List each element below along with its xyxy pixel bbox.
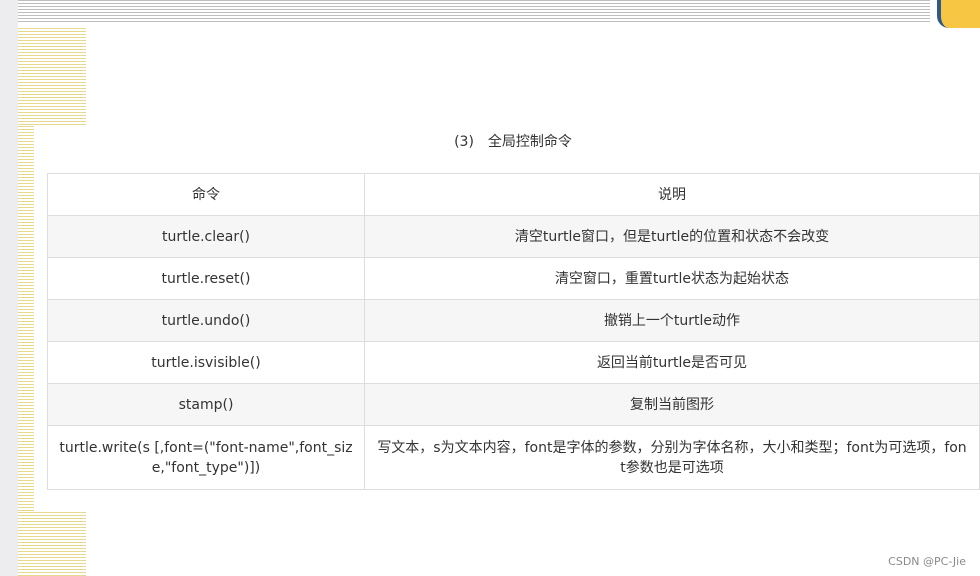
command-cell: turtle.reset(): [47, 257, 365, 300]
left-decorative-stripes-bottom: [18, 512, 86, 576]
description-cell: 写文本，s为文本内容，font是字体的参数，分别为字体名称，大小和类型；font…: [364, 425, 980, 490]
description-cell: 清空turtle窗口，但是turtle的位置和状态不会改变: [364, 215, 980, 258]
table-header-row: 命令 说明: [47, 173, 980, 216]
top-decorative-stripes: [18, 0, 930, 24]
table-row: turtle.reset() 清空窗口，重置turtle状态为起始状态: [47, 257, 980, 300]
command-table: 命令 说明 turtle.clear() 清空turtle窗口，但是turtle…: [47, 173, 980, 490]
left-sidebar-strip: [0, 0, 18, 576]
left-decorative-stripes-top: [18, 28, 86, 126]
description-cell: 返回当前turtle是否可见: [364, 341, 980, 384]
command-cell: turtle.clear(): [47, 215, 365, 258]
description-cell: 清空窗口，重置turtle状态为起始状态: [364, 257, 980, 300]
table-row: turtle.write(s [,font=("font-name",font_…: [47, 425, 980, 490]
table-row: turtle.isvisible() 返回当前turtle是否可见: [47, 341, 980, 384]
column-header-description: 说明: [364, 173, 980, 216]
command-cell: turtle.isvisible(): [47, 341, 365, 384]
left-decorative-stripes-middle: [18, 126, 34, 512]
csdn-watermark: CSDN @PC-Jie: [888, 555, 966, 568]
table-row: turtle.clear() 清空turtle窗口，但是turtle的位置和状态…: [47, 215, 980, 258]
command-cell: stamp(): [47, 383, 365, 426]
column-header-command: 命令: [47, 173, 365, 216]
table-caption: (3) 全局控制命令: [454, 134, 572, 150]
description-cell: 撤销上一个turtle动作: [364, 299, 980, 342]
corner-decoration: [937, 0, 980, 28]
table-row: turtle.undo() 撤销上一个turtle动作: [47, 299, 980, 342]
command-cell: turtle.write(s [,font=("font-name",font_…: [47, 425, 365, 490]
command-cell: turtle.undo(): [47, 299, 365, 342]
description-cell: 复制当前图形: [364, 383, 980, 426]
table-row: stamp() 复制当前图形: [47, 383, 980, 426]
